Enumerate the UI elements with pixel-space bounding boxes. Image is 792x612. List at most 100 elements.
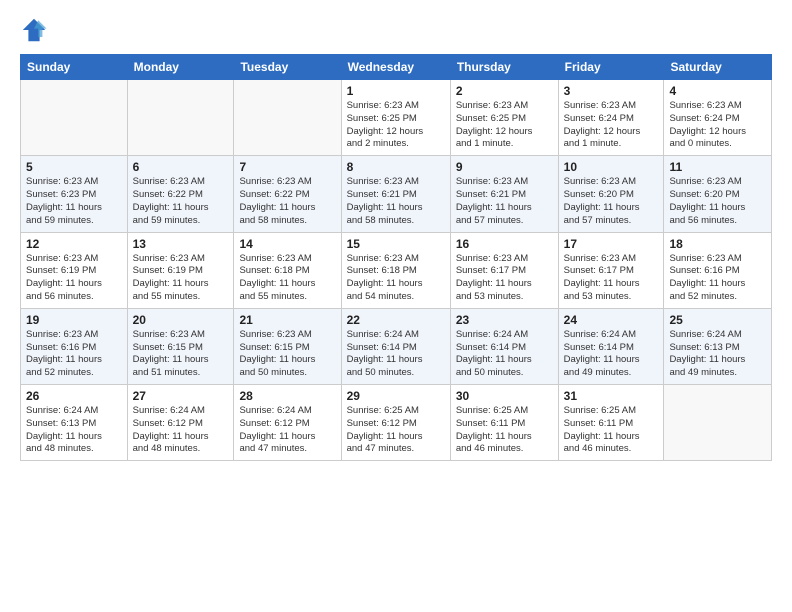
day-number: 23: [456, 313, 553, 327]
day-number: 27: [133, 389, 229, 403]
day-number: 2: [456, 84, 553, 98]
day-number: 19: [26, 313, 122, 327]
day-info: Sunrise: 6:25 AM Sunset: 6:12 PM Dayligh…: [347, 405, 445, 456]
week-row-2: 5Sunrise: 6:23 AM Sunset: 6:23 PM Daylig…: [21, 156, 772, 232]
day-cell: 19 Sunrise: 6:23 AM Sunset: 6:16 PM Dayli…: [21, 308, 128, 384]
day-number: 8: [347, 160, 445, 174]
day-cell: 30 Sunrise: 6:25 AM Sunset: 6:11 PM Dayli…: [450, 385, 558, 461]
day-cell: 24Sunrise: 6:24 AM Sunset: 6:14 PM Dayli…: [558, 308, 664, 384]
day-info: Sunrise: 6:23 AM Sunset: 6:20 PM Dayligh…: [564, 176, 659, 227]
day-cell: 9 Sunrise: 6:23 AM Sunset: 6:21 PM Daylig…: [450, 156, 558, 232]
day-info: Sunrise: 6:23 AM Sunset: 6:22 PM Dayligh…: [133, 176, 229, 227]
day-cell: 6 Sunrise: 6:23 AM Sunset: 6:22 PM Daylig…: [127, 156, 234, 232]
day-info: Sunrise: 6:23 AM Sunset: 6:24 PM Dayligh…: [669, 100, 766, 151]
day-cell: [664, 385, 772, 461]
day-cell: 15 Sunrise: 6:23 AM Sunset: 6:18 PM Dayli…: [341, 232, 450, 308]
day-number: 26: [26, 389, 122, 403]
logo: [20, 16, 52, 44]
day-number: 18: [669, 237, 766, 251]
day-info: Sunrise: 6:23 AM Sunset: 6:21 PM Dayligh…: [456, 176, 553, 227]
day-number: 22: [347, 313, 445, 327]
day-cell: 18 Sunrise: 6:23 AM Sunset: 6:16 PM Dayli…: [664, 232, 772, 308]
day-cell: 20 Sunrise: 6:23 AM Sunset: 6:15 PM Dayli…: [127, 308, 234, 384]
day-number: 5: [26, 160, 122, 174]
day-info: Sunrise: 6:24 AM Sunset: 6:12 PM Dayligh…: [133, 405, 229, 456]
week-row-1: 1 Sunrise: 6:23 AM Sunset: 6:25 PM Daylig…: [21, 80, 772, 156]
day-number: 16: [456, 237, 553, 251]
day-cell: [21, 80, 128, 156]
week-row-4: 19 Sunrise: 6:23 AM Sunset: 6:16 PM Dayli…: [21, 308, 772, 384]
day-cell: 31 Sunrise: 6:25 AM Sunset: 6:11 PM Dayli…: [558, 385, 664, 461]
day-number: 17: [564, 237, 659, 251]
day-number: 28: [239, 389, 335, 403]
day-info: Sunrise: 6:23 AM Sunset: 6:16 PM Dayligh…: [26, 329, 122, 380]
day-info: Sunrise: 6:24 AM Sunset: 6:14 PM Dayligh…: [347, 329, 445, 380]
day-number: 7: [239, 160, 335, 174]
col-header-monday: Monday: [127, 55, 234, 80]
col-header-sunday: Sunday: [21, 55, 128, 80]
day-info: Sunrise: 6:23 AM Sunset: 6:19 PM Dayligh…: [26, 253, 122, 304]
day-cell: 13 Sunrise: 6:23 AM Sunset: 6:19 PM Dayli…: [127, 232, 234, 308]
day-number: 4: [669, 84, 766, 98]
day-cell: 14Sunrise: 6:23 AM Sunset: 6:18 PM Dayli…: [234, 232, 341, 308]
day-cell: 23 Sunrise: 6:24 AM Sunset: 6:14 PM Dayli…: [450, 308, 558, 384]
day-number: 6: [133, 160, 229, 174]
day-cell: 2 Sunrise: 6:23 AM Sunset: 6:25 PM Daylig…: [450, 80, 558, 156]
day-info: Sunrise: 6:23 AM Sunset: 6:20 PM Dayligh…: [669, 176, 766, 227]
day-cell: 11 Sunrise: 6:23 AM Sunset: 6:20 PM Dayli…: [664, 156, 772, 232]
day-info: Sunrise: 6:24 AM Sunset: 6:14 PM Dayligh…: [456, 329, 553, 380]
day-info: Sunrise: 6:23 AM Sunset: 6:18 PM Dayligh…: [347, 253, 445, 304]
day-info: Sunrise: 6:25 AM Sunset: 6:11 PM Dayligh…: [564, 405, 659, 456]
day-cell: 28 Sunrise: 6:24 AM Sunset: 6:12 PM Dayli…: [234, 385, 341, 461]
day-info: Sunrise: 6:24 AM Sunset: 6:13 PM Dayligh…: [669, 329, 766, 380]
day-info: Sunrise: 6:23 AM Sunset: 6:24 PM Dayligh…: [564, 100, 659, 151]
day-number: 30: [456, 389, 553, 403]
day-cell: 10Sunrise: 6:23 AM Sunset: 6:20 PM Dayli…: [558, 156, 664, 232]
day-cell: [234, 80, 341, 156]
day-number: 11: [669, 160, 766, 174]
day-cell: 8 Sunrise: 6:23 AM Sunset: 6:21 PM Daylig…: [341, 156, 450, 232]
day-info: Sunrise: 6:23 AM Sunset: 6:21 PM Dayligh…: [347, 176, 445, 227]
header: [20, 16, 772, 44]
day-cell: 7 Sunrise: 6:23 AM Sunset: 6:22 PM Daylig…: [234, 156, 341, 232]
day-number: 1: [347, 84, 445, 98]
day-number: 25: [669, 313, 766, 327]
col-header-wednesday: Wednesday: [341, 55, 450, 80]
day-cell: 16 Sunrise: 6:23 AM Sunset: 6:17 PM Dayli…: [450, 232, 558, 308]
day-number: 12: [26, 237, 122, 251]
logo-icon: [20, 16, 48, 44]
day-cell: 1 Sunrise: 6:23 AM Sunset: 6:25 PM Daylig…: [341, 80, 450, 156]
day-number: 21: [239, 313, 335, 327]
day-cell: 26 Sunrise: 6:24 AM Sunset: 6:13 PM Dayli…: [21, 385, 128, 461]
week-row-5: 26 Sunrise: 6:24 AM Sunset: 6:13 PM Dayli…: [21, 385, 772, 461]
col-header-friday: Friday: [558, 55, 664, 80]
day-info: Sunrise: 6:23 AM Sunset: 6:17 PM Dayligh…: [456, 253, 553, 304]
day-info: Sunrise: 6:23 AM Sunset: 6:15 PM Dayligh…: [133, 329, 229, 380]
day-number: 29: [347, 389, 445, 403]
day-cell: 5Sunrise: 6:23 AM Sunset: 6:23 PM Daylig…: [21, 156, 128, 232]
day-cell: 21Sunrise: 6:23 AM Sunset: 6:15 PM Dayli…: [234, 308, 341, 384]
day-number: 14: [239, 237, 335, 251]
day-number: 9: [456, 160, 553, 174]
day-cell: 3Sunrise: 6:23 AM Sunset: 6:24 PM Daylig…: [558, 80, 664, 156]
day-info: Sunrise: 6:23 AM Sunset: 6:25 PM Dayligh…: [347, 100, 445, 151]
day-info: Sunrise: 6:24 AM Sunset: 6:13 PM Dayligh…: [26, 405, 122, 456]
day-cell: 12 Sunrise: 6:23 AM Sunset: 6:19 PM Dayli…: [21, 232, 128, 308]
day-info: Sunrise: 6:23 AM Sunset: 6:19 PM Dayligh…: [133, 253, 229, 304]
day-number: 20: [133, 313, 229, 327]
day-cell: 17 Sunrise: 6:23 AM Sunset: 6:17 PM Dayli…: [558, 232, 664, 308]
day-number: 31: [564, 389, 659, 403]
day-info: Sunrise: 6:23 AM Sunset: 6:22 PM Dayligh…: [239, 176, 335, 227]
day-info: Sunrise: 6:25 AM Sunset: 6:11 PM Dayligh…: [456, 405, 553, 456]
col-header-saturday: Saturday: [664, 55, 772, 80]
day-info: Sunrise: 6:23 AM Sunset: 6:25 PM Dayligh…: [456, 100, 553, 151]
col-header-thursday: Thursday: [450, 55, 558, 80]
day-cell: 27 Sunrise: 6:24 AM Sunset: 6:12 PM Dayli…: [127, 385, 234, 461]
week-row-3: 12 Sunrise: 6:23 AM Sunset: 6:19 PM Dayli…: [21, 232, 772, 308]
day-info: Sunrise: 6:23 AM Sunset: 6:17 PM Dayligh…: [564, 253, 659, 304]
day-number: 15: [347, 237, 445, 251]
day-info: Sunrise: 6:23 AM Sunset: 6:16 PM Dayligh…: [669, 253, 766, 304]
day-info: Sunrise: 6:24 AM Sunset: 6:12 PM Dayligh…: [239, 405, 335, 456]
day-number: 13: [133, 237, 229, 251]
day-number: 24: [564, 313, 659, 327]
